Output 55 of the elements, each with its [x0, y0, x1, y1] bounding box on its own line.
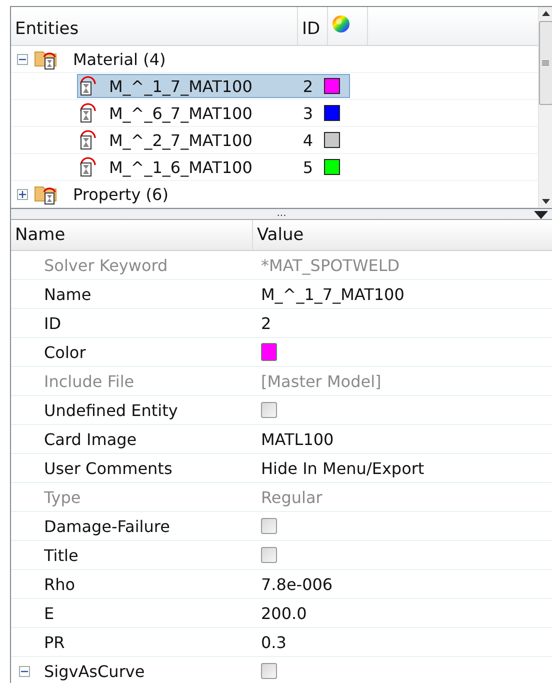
property-value: M_^_1_7_MAT100	[261, 284, 404, 304]
collapse-icon[interactable]	[17, 54, 28, 64]
expand-icon[interactable]	[17, 188, 28, 200]
color-swatch[interactable]	[261, 343, 277, 361]
collapse-icon[interactable]	[19, 666, 30, 676]
material-icon	[78, 76, 98, 96]
tree-item[interactable]: M_^_1_7_MAT100 2	[77, 74, 350, 98]
tree-item[interactable]: Material (4)	[70, 48, 169, 70]
splitter[interactable]: ...	[10, 209, 552, 220]
tree-item[interactable]: Property (6)	[70, 182, 172, 206]
material-icon	[78, 130, 98, 150]
property-name: Card Image	[44, 430, 137, 448]
property-name: SigvAsCurve	[44, 662, 145, 680]
property-value: MATL100	[261, 430, 334, 448]
property-value: Regular	[261, 488, 322, 506]
property-value: *MAT_SPOTWELD	[261, 256, 400, 274]
checkbox[interactable]	[261, 547, 277, 563]
property-value: 0.3	[261, 632, 286, 652]
tree-item[interactable]: M_^_2_7_MAT100 4	[77, 128, 350, 152]
property-name: Color	[44, 342, 86, 362]
property-name: Title	[44, 546, 78, 564]
material-icon	[78, 157, 98, 177]
property-name: Rho	[44, 574, 76, 594]
property-name: Solver Keyword	[44, 256, 168, 274]
property-name: Undefined Entity	[44, 400, 178, 420]
scroll-thumb[interactable]	[538, 20, 552, 104]
dropdown-arrow-icon[interactable]	[534, 211, 548, 219]
property-name: PR	[44, 632, 65, 652]
property-name: Name	[44, 284, 92, 304]
scroll-down-icon[interactable]	[542, 199, 550, 204]
color-wheel-icon	[332, 15, 350, 33]
scrollbar[interactable]	[538, 7, 552, 208]
checkbox[interactable]	[261, 663, 277, 679]
property-value: 7.8e-006	[261, 574, 333, 594]
property-name: ID	[44, 314, 62, 332]
property-value: 200.0	[261, 604, 307, 622]
checkbox[interactable]	[261, 518, 277, 534]
property-name: Include File	[44, 372, 134, 390]
property-name: User Comments	[44, 458, 172, 478]
checkbox[interactable]	[261, 402, 277, 418]
property-name: Type	[44, 488, 81, 506]
scroll-up-icon[interactable]	[542, 11, 550, 16]
property-name: Damage-Failure	[44, 516, 170, 536]
column-header[interactable]: Value	[257, 225, 304, 245]
property-value: Hide In Menu/Export	[261, 458, 424, 478]
property-value: 2	[261, 314, 272, 332]
property-name: E	[44, 604, 54, 622]
column-header[interactable]: Name	[15, 225, 66, 245]
grip-icon	[542, 60, 549, 66]
property-value: [Master Model]	[261, 372, 382, 390]
material-icon	[78, 103, 98, 123]
column-header[interactable]: Entities	[15, 19, 79, 39]
tree-item[interactable]: M_^_1_6_MAT100 5	[77, 155, 350, 179]
column-header[interactable]: ID	[302, 19, 320, 39]
tree-item[interactable]: M_^_6_7_MAT100 3	[77, 101, 350, 125]
